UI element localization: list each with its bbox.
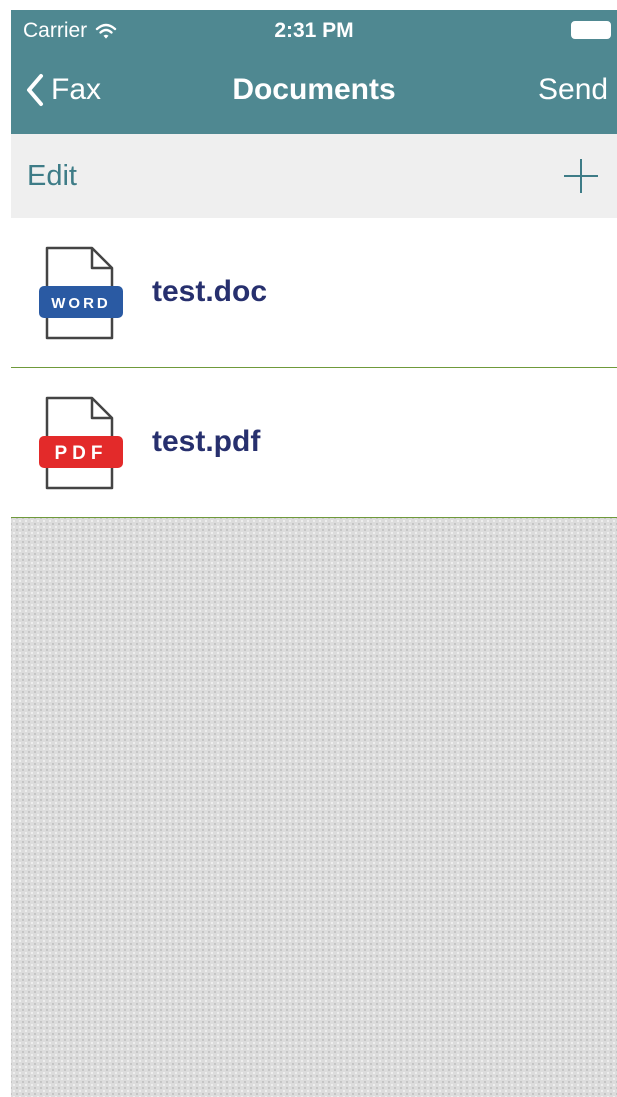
edit-button[interactable]: Edit xyxy=(27,158,77,194)
word-document-icon: WORD xyxy=(39,246,123,340)
word-badge-label: WORD xyxy=(51,295,111,312)
empty-list-background xyxy=(11,518,617,1097)
status-bar: Carrier 2:31 PM xyxy=(11,10,617,50)
list-item[interactable]: WORD test.doc xyxy=(11,218,617,368)
documents-screen: Carrier 2:31 PM Fax Documents Send Edit xyxy=(11,10,617,1097)
header: Carrier 2:31 PM Fax Documents Send xyxy=(11,10,617,134)
navigation-bar: Fax Documents Send xyxy=(11,50,617,134)
plus-icon[interactable] xyxy=(563,158,599,194)
file-name: test.doc xyxy=(152,275,268,308)
status-time: 2:31 PM xyxy=(274,19,354,42)
page-title: Documents xyxy=(232,73,396,106)
document-list: WORD test.doc PDF test.pdf xyxy=(11,218,617,518)
battery-icon xyxy=(571,21,611,39)
send-button[interactable]: Send xyxy=(538,72,608,108)
pdf-badge-label: PDF xyxy=(55,443,108,464)
file-name: test.pdf xyxy=(152,425,261,458)
list-item[interactable]: PDF test.pdf xyxy=(11,368,617,518)
edit-toolbar: Edit xyxy=(11,134,617,218)
pdf-document-icon: PDF xyxy=(39,396,123,490)
